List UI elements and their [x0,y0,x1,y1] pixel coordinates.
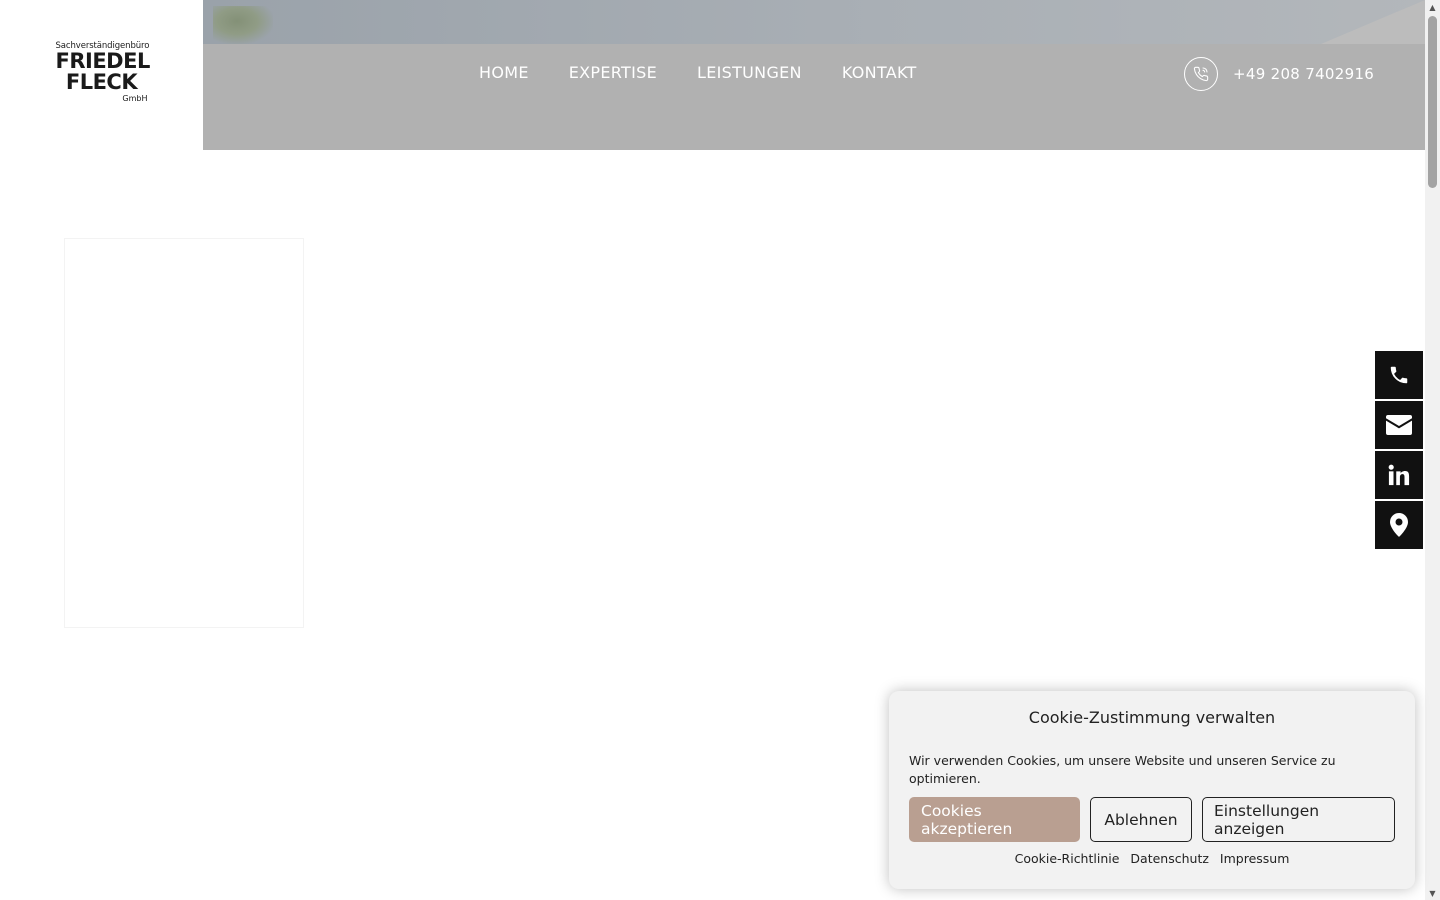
logo-suffix: GmbH [122,94,148,103]
accept-cookies-button[interactable]: Cookies akzeptieren [909,797,1080,842]
reject-cookies-button[interactable]: Ablehnen [1090,797,1192,842]
header-background-image [203,0,1425,44]
side-email-button[interactable] [1375,401,1423,449]
cookie-buttons: Cookies akzeptieren Ablehnen Einstellung… [909,797,1395,842]
phone-icon [1184,57,1218,91]
cookie-settings-button[interactable]: Einstellungen anzeigen [1202,797,1395,842]
page-scrollbar[interactable]: ▲ ▼ [1425,0,1440,900]
header-phone-link[interactable]: +49 208 7402916 [1184,57,1374,91]
main-nav: HOME EXPERTISE LEISTUNGEN KONTAKT [479,62,917,84]
nav-item-kontakt[interactable]: KONTAKT [842,62,917,84]
cookie-consent-banner: Cookie-Zustimmung verwalten Wir verwende… [889,691,1415,889]
imprint-link[interactable]: Impressum [1220,851,1289,866]
logo-area[interactable]: Sachverständigenbüro FRIEDEL FLECK GmbH [0,0,203,150]
side-phone-button[interactable] [1375,351,1423,399]
logo-line-1: FRIEDEL [55,49,151,73]
envelope-icon [1386,415,1412,435]
scroll-up-arrow-icon[interactable]: ▲ [1425,0,1440,14]
cookie-text: Wir verwenden Cookies, um unsere Website… [909,753,1336,786]
scroll-down-arrow-icon[interactable]: ▼ [1425,886,1440,900]
cookie-links: Cookie-Richtlinie Datenschutz Impressum [889,851,1415,866]
side-linkedin-button[interactable] [1375,451,1423,499]
logo-line-2: FLECK [65,70,138,94]
nav-item-leistungen[interactable]: LEISTUNGEN [697,62,802,84]
cookie-title: Cookie-Zustimmung verwalten [1028,708,1276,727]
scrollbar-thumb[interactable] [1428,16,1437,188]
cookie-policy-link[interactable]: Cookie-Richtlinie [1015,851,1120,866]
nav-item-home[interactable]: HOME [479,62,529,84]
company-logo[interactable]: Sachverständigenbüro FRIEDEL FLECK GmbH [55,41,151,105]
header-banner: HOME EXPERTISE LEISTUNGEN KONTAKT +49 20… [203,0,1425,150]
nav-item-expertise[interactable]: EXPERTISE [569,62,657,84]
privacy-link[interactable]: Datenschutz [1130,851,1209,866]
phone-icon [1390,366,1408,384]
content-card-placeholder [64,238,304,628]
header-phone-number[interactable]: +49 208 7402916 [1233,65,1374,83]
map-pin-icon [1390,513,1408,537]
side-contact-bar [1375,351,1423,551]
linkedin-icon [1388,464,1410,486]
tree-image [213,6,273,44]
side-location-button[interactable] [1375,501,1423,549]
